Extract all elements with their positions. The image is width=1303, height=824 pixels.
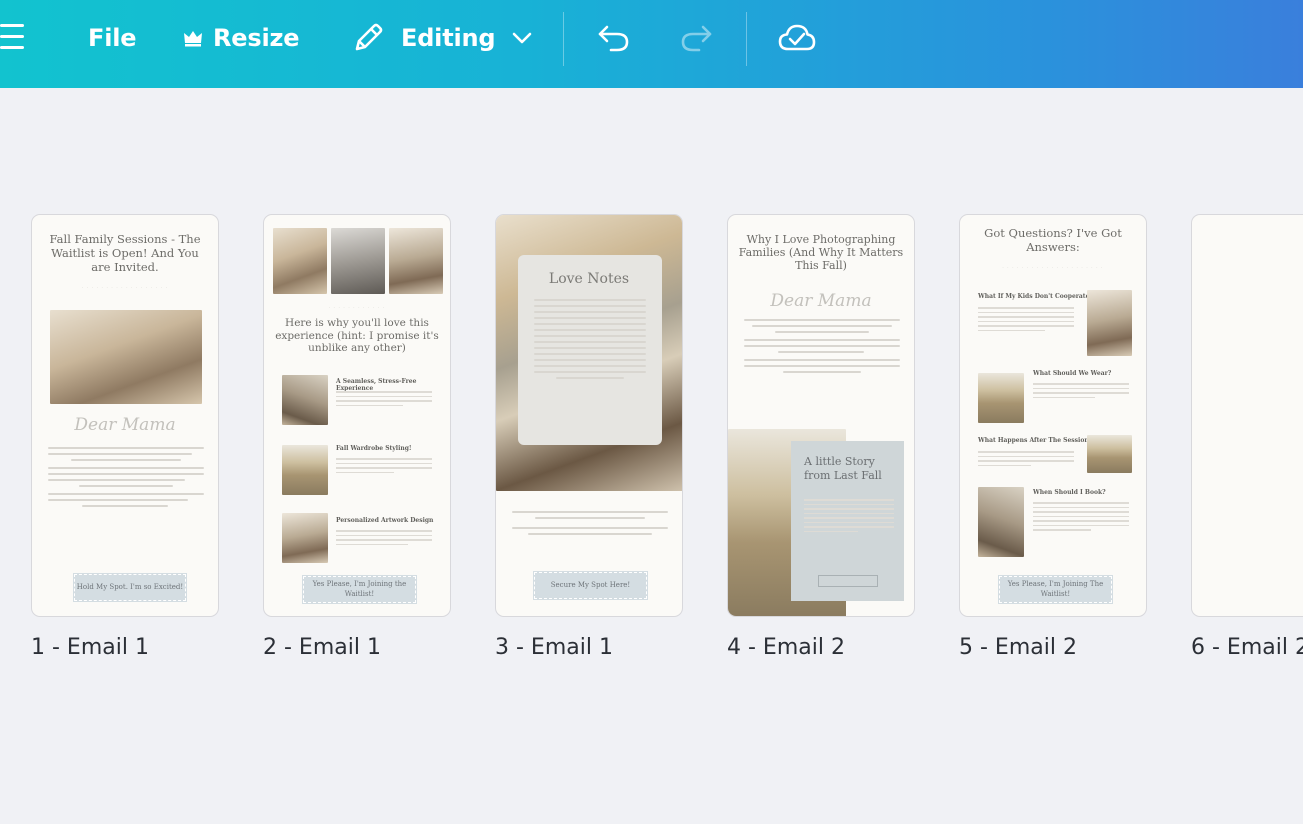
- feature-title: Fall Wardrobe Styling!: [336, 445, 412, 452]
- toolbar-divider: [563, 12, 564, 66]
- body-text-lines: [48, 447, 204, 511]
- decorative-text: · · · · · · · · · · · ·: [328, 305, 386, 310]
- page-label-4[interactable]: 4 - Email 2: [727, 635, 845, 660]
- family-photo: [50, 310, 202, 404]
- page-label-2[interactable]: 2 - Email 1: [263, 635, 381, 660]
- quote-text-lines: [534, 299, 646, 383]
- redo-button[interactable]: [679, 0, 713, 76]
- undo-button[interactable]: [597, 0, 631, 76]
- page-thumbnail-5[interactable]: Got Questions? I've Got Answers: · · · ·…: [959, 214, 1147, 617]
- feature-photo: [282, 445, 328, 495]
- page-label-1[interactable]: 1 - Email 1: [31, 635, 149, 660]
- email-cta-button: Yes Please, I'm Joining The Waitlist!: [998, 575, 1113, 604]
- faq-question: What If My Kids Don't Cooperate?: [978, 293, 1093, 300]
- page-label-6[interactable]: 6 - Email 2: [1191, 635, 1303, 660]
- page-thumbnail-2[interactable]: · · · · · · · · · · · · Here is why you'…: [263, 214, 451, 617]
- body-text-lines: [512, 511, 668, 539]
- page-thumbnail-strip: Fall Family Sessions - The Waitlist is O…: [0, 214, 1303, 684]
- feature-photo: [282, 513, 328, 563]
- page-thumbnail-3[interactable]: Love Notes Secure My Spot Here!: [495, 214, 683, 617]
- email-cta-button: Hold My Spot. I'm so Excited!: [73, 573, 187, 602]
- faq-question: When Should I Book?: [1033, 489, 1106, 496]
- save-status-button[interactable]: [777, 0, 817, 76]
- faq-question: What Should We Wear?: [1033, 370, 1112, 377]
- file-menu-button[interactable]: File: [88, 0, 137, 76]
- greeting-script: Dear Mama: [770, 291, 872, 311]
- faq-photo: [978, 373, 1024, 423]
- faq-photo: [978, 487, 1024, 557]
- editing-mode-label: Editing: [401, 24, 496, 52]
- page-thumbnail-6[interactable]: [1191, 214, 1303, 617]
- feature-title: A Seamless, Stress-Free Experience: [336, 378, 417, 392]
- quote-card-title: Love Notes: [548, 271, 630, 287]
- faq-photo: [1087, 435, 1132, 473]
- undo-icon: [598, 25, 629, 52]
- redo-icon: [681, 25, 712, 52]
- decorative-text: · · · · · · · · · · · · · · · · · · · · …: [1002, 265, 1104, 270]
- menu-icon[interactable]: [0, 24, 24, 52]
- editor-toolbar: File Resize Editing: [0, 0, 1303, 88]
- page-label-5[interactable]: 5 - Email 2: [959, 635, 1077, 660]
- faq-photo: [1087, 290, 1132, 356]
- pencil-icon: [355, 23, 383, 51]
- story-panel-button: [818, 575, 878, 587]
- page-thumbnail-4[interactable]: Why I Love Photographing Families (And W…: [727, 214, 915, 617]
- email-cta-button: Yes Please, I'm Joining the Waitlist!: [302, 575, 417, 604]
- resize-button[interactable]: Resize: [183, 0, 300, 76]
- photo-collage-1: [273, 228, 327, 294]
- resize-label: Resize: [213, 24, 300, 52]
- greeting-script: Dear Mama: [74, 415, 176, 435]
- cloud-check-icon: [778, 24, 816, 51]
- email-title: Got Questions? I've Got Answers:: [984, 226, 1122, 254]
- photo-collage-2: [331, 228, 385, 294]
- body-text-lines: [744, 319, 900, 377]
- email-title: Why I Love Photographing Families (And W…: [738, 233, 904, 273]
- editing-mode-dropdown[interactable]: Editing: [351, 0, 533, 76]
- toolbar-divider: [746, 12, 747, 66]
- page-thumbnail-1[interactable]: Fall Family Sessions - The Waitlist is O…: [31, 214, 219, 617]
- photo-collage-3: [389, 228, 443, 294]
- page-label-3[interactable]: 3 - Email 1: [495, 635, 613, 660]
- feature-title: Personalized Artwork Design: [336, 517, 434, 524]
- file-menu-label: File: [88, 24, 137, 52]
- email-cta-button: Secure My Spot Here!: [533, 571, 648, 600]
- email-title: Here is why you'll love this experience …: [275, 317, 439, 355]
- feature-photo: [282, 375, 328, 425]
- chevron-down-icon: [513, 32, 532, 44]
- faq-question: What Happens After The Session?: [978, 437, 1093, 444]
- decorative-text: · · · · · · · · · · · · · · · · · ·: [81, 285, 169, 290]
- email-title: Fall Family Sessions - The Waitlist is O…: [49, 232, 201, 274]
- crown-icon: [184, 31, 202, 47]
- story-panel-title: A little Story from Last Fall: [804, 455, 882, 483]
